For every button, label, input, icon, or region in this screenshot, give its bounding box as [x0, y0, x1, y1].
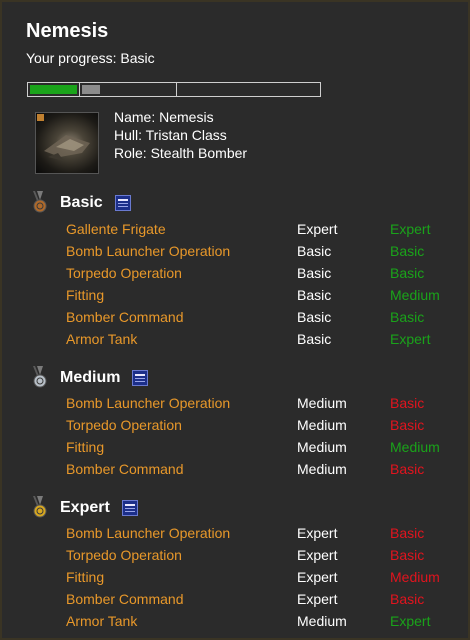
section-header-basic: Basic — [32, 191, 131, 215]
skill-current-level: Basic — [390, 591, 425, 607]
progress-fill-basic — [30, 85, 77, 94]
skill-current-level: Basic — [390, 243, 425, 259]
skill-name[interactable]: Fitting — [66, 287, 104, 303]
skill-current-level: Basic — [390, 461, 425, 477]
skill-row[interactable]: Torpedo Operation Expert Basic — [66, 547, 466, 569]
skill-current-level: Expert — [390, 613, 431, 629]
medal-icon — [33, 366, 47, 388]
ship-info: Name: Nemesis Hull: Tristan Class Role: … — [114, 108, 247, 162]
skill-row[interactable]: Fitting Medium Medium — [66, 439, 466, 461]
skill-name[interactable]: Torpedo Operation — [66, 265, 182, 281]
progress-segment-basic — [28, 83, 80, 96]
skill-name[interactable]: Bomb Launcher Operation — [66, 395, 230, 411]
skillbook-icon[interactable] — [132, 370, 149, 386]
skill-row[interactable]: Gallente Frigate Expert Expert — [66, 221, 466, 243]
skill-row[interactable]: Fitting Basic Medium — [66, 287, 466, 309]
progress-label: Your progress: Basic — [26, 50, 155, 66]
skill-name[interactable]: Bomb Launcher Operation — [66, 243, 230, 259]
skill-required-level: Expert — [297, 525, 338, 541]
skill-required-level: Basic — [297, 287, 332, 303]
progress-segment-medium — [80, 83, 177, 96]
skill-row[interactable]: Bomber Command Basic Basic — [66, 309, 466, 331]
skill-current-level: Basic — [390, 309, 425, 325]
skill-required-level: Basic — [297, 309, 332, 325]
skill-row[interactable]: Bomb Launcher Operation Basic Basic — [66, 243, 466, 265]
skill-row[interactable]: Armor Tank Medium Expert — [66, 613, 466, 635]
skill-name[interactable]: Torpedo Operation — [66, 547, 182, 563]
skill-current-level: Medium — [390, 439, 440, 455]
progress-fill-medium — [82, 85, 100, 94]
skill-name[interactable]: Torpedo Operation — [66, 417, 182, 433]
skill-row[interactable]: Torpedo Operation Medium Basic — [66, 417, 466, 439]
skill-current-level: Basic — [390, 395, 425, 411]
skill-required-level: Medium — [297, 395, 347, 411]
skill-name[interactable]: Gallente Frigate — [66, 221, 166, 237]
fitting-window: Nemesis Your progress: Basic Name: Nemes… — [0, 0, 470, 640]
skill-required-level: Basic — [297, 265, 332, 281]
skill-required-level: Basic — [297, 331, 332, 347]
skill-required-level: Basic — [297, 243, 332, 259]
skill-row[interactable]: Bomb Launcher Operation Medium Basic — [66, 395, 466, 417]
skill-name[interactable]: Bomber Command — [66, 309, 184, 325]
skill-name[interactable]: Bomber Command — [66, 461, 184, 477]
skill-current-level: Basic — [390, 525, 425, 541]
skill-current-level: Medium — [390, 287, 440, 303]
skill-name[interactable]: Armor Tank — [66, 331, 137, 347]
medal-icon — [33, 191, 47, 213]
skill-current-level: Basic — [390, 547, 425, 563]
skill-name[interactable]: Fitting — [66, 569, 104, 585]
ship-thumbnail[interactable] — [35, 112, 99, 174]
skill-row[interactable]: Bomber Command Expert Basic — [66, 591, 466, 613]
section-header-expert: Expert — [32, 496, 138, 520]
skillbook-icon[interactable] — [121, 500, 138, 516]
skill-required-level: Medium — [297, 613, 347, 629]
skill-required-level: Medium — [297, 439, 347, 455]
skill-current-level: Expert — [390, 221, 431, 237]
skill-name[interactable]: Fitting — [66, 439, 104, 455]
skill-row[interactable]: Bomber Command Medium Basic — [66, 461, 466, 483]
ship-render-icon — [44, 135, 90, 161]
medal-icon — [33, 496, 47, 518]
skill-required-level: Expert — [297, 569, 338, 585]
skill-row[interactable]: Torpedo Operation Basic Basic — [66, 265, 466, 287]
section-title: Medium — [60, 369, 121, 386]
skill-row[interactable]: Armor Tank Basic Expert — [66, 331, 466, 353]
skill-row[interactable]: Bomb Launcher Operation Expert Basic — [66, 525, 466, 547]
skill-name[interactable]: Bomb Launcher Operation — [66, 525, 230, 541]
skill-name[interactable]: Bomber Command — [66, 591, 184, 607]
skill-current-level: Basic — [390, 417, 425, 433]
skill-required-level: Medium — [297, 461, 347, 477]
section-title: Basic — [60, 194, 103, 211]
skill-required-level: Expert — [297, 221, 338, 237]
progress-bar — [27, 82, 321, 97]
skill-current-level: Medium — [390, 569, 440, 585]
ship-name: Name: Nemesis — [114, 109, 214, 125]
skill-name[interactable]: Armor Tank — [66, 613, 137, 629]
skill-current-level: Expert — [390, 331, 431, 347]
skill-row[interactable]: Fitting Expert Medium — [66, 569, 466, 591]
page-title: Nemesis — [26, 20, 109, 42]
ship-role: Role: Stealth Bomber — [114, 145, 248, 161]
skillbook-icon[interactable] — [114, 195, 131, 211]
section-title: Expert — [60, 499, 110, 516]
skill-required-level: Expert — [297, 591, 338, 607]
skill-required-level: Medium — [297, 417, 347, 433]
ship-hull: Hull: Tristan Class — [114, 127, 227, 143]
progress-segment-expert — [177, 83, 320, 96]
skill-current-level: Basic — [390, 265, 425, 281]
section-header-medium: Medium — [32, 366, 149, 390]
skill-required-level: Expert — [297, 547, 338, 563]
